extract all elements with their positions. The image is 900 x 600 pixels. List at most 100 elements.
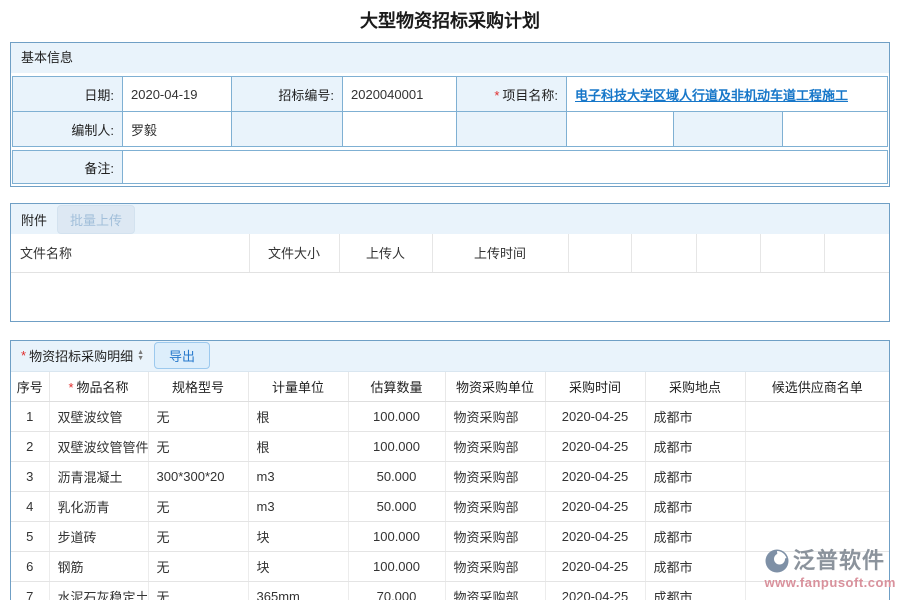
table-cell: 5 bbox=[11, 522, 49, 552]
table-cell: 100.000 bbox=[348, 552, 445, 582]
table-cell: 无 bbox=[148, 402, 248, 432]
date-value: 2020-04-19 bbox=[123, 77, 232, 112]
attachment-col-header: 文件名称 bbox=[11, 234, 249, 272]
creator-value: 罗毅 bbox=[123, 112, 232, 147]
remark-value bbox=[123, 151, 888, 184]
table-cell: 物资采购部 bbox=[445, 522, 545, 552]
table-cell bbox=[745, 522, 889, 552]
table-cell: 成都市 bbox=[645, 492, 745, 522]
table-cell: 物资采购部 bbox=[445, 492, 545, 522]
table-cell: 无 bbox=[148, 582, 248, 600]
table-cell: 2020-04-25 bbox=[545, 522, 645, 552]
table-row[interactable]: 4乳化沥青无m350.000物资采购部2020-04-25成都市 bbox=[11, 492, 889, 522]
table-cell: 水泥石灰稳定土 bbox=[49, 582, 148, 600]
table-row[interactable]: 3沥青混凝土300*300*20m350.000物资采购部2020-04-25成… bbox=[11, 462, 889, 492]
table-cell: 成都市 bbox=[645, 402, 745, 432]
attachment-col-header bbox=[824, 234, 889, 272]
table-cell: 70.000 bbox=[348, 582, 445, 600]
table-cell: 物资采购部 bbox=[445, 402, 545, 432]
empty-label-cell bbox=[457, 112, 567, 147]
table-cell bbox=[745, 492, 889, 522]
table-row[interactable]: 6钢筋无块100.000物资采购部2020-04-25成都市 bbox=[11, 552, 889, 582]
attachments-table: 文件名称文件大小上传人上传时间 bbox=[11, 234, 889, 273]
table-cell: 成都市 bbox=[645, 522, 745, 552]
export-button[interactable]: 导出 bbox=[154, 342, 210, 369]
attachment-col-header bbox=[760, 234, 824, 272]
details-table: 序号*物品名称规格型号计量单位估算数量物资采购单位采购时间采购地点候选供应商名单… bbox=[11, 372, 889, 600]
attachment-col-header bbox=[631, 234, 696, 272]
required-asterisk: * bbox=[68, 380, 73, 395]
table-cell: 根 bbox=[248, 432, 348, 462]
table-cell: 无 bbox=[148, 492, 248, 522]
table-cell: 物资采购部 bbox=[445, 552, 545, 582]
attachments-section: 附件 批量上传 文件名称文件大小上传人上传时间 bbox=[10, 203, 890, 322]
table-cell: 2020-04-25 bbox=[545, 432, 645, 462]
table-row[interactable]: 5步道砖无块100.000物资采购部2020-04-25成都市 bbox=[11, 522, 889, 552]
table-cell: 365mm bbox=[248, 582, 348, 600]
table-cell: 成都市 bbox=[645, 432, 745, 462]
table-cell: 2020-04-25 bbox=[545, 552, 645, 582]
table-cell: 50.000 bbox=[348, 462, 445, 492]
details-col-header: 规格型号 bbox=[148, 372, 248, 402]
table-cell: 成都市 bbox=[645, 552, 745, 582]
table-cell: 6 bbox=[11, 552, 49, 582]
table-row[interactable]: 1双壁波纹管无根100.000物资采购部2020-04-25成都市 bbox=[11, 402, 889, 432]
details-col-header: 计量单位 bbox=[248, 372, 348, 402]
table-cell: 100.000 bbox=[348, 432, 445, 462]
table-cell: 7 bbox=[11, 582, 49, 600]
table-cell: 无 bbox=[148, 552, 248, 582]
details-col-header: 采购地点 bbox=[645, 372, 745, 402]
table-cell: 50.000 bbox=[348, 492, 445, 522]
table-cell: 物资采购部 bbox=[445, 462, 545, 492]
table-cell bbox=[745, 432, 889, 462]
attachment-col-header: 上传人 bbox=[339, 234, 432, 272]
details-col-header: *物品名称 bbox=[49, 372, 148, 402]
remark-form: 备注: bbox=[12, 150, 888, 184]
table-row[interactable]: 2双壁波纹管管件无根100.000物资采购部2020-04-25成都市 bbox=[11, 432, 889, 462]
table-cell bbox=[745, 582, 889, 600]
project-name-label: *项目名称: bbox=[457, 77, 567, 112]
empty-value-cell bbox=[567, 112, 674, 147]
basic-info-section: 基本信息 日期: 2020-04-19 招标编号: 2020040001 *项目… bbox=[10, 42, 890, 187]
batch-upload-button[interactable]: 批量上传 bbox=[57, 205, 135, 234]
attachments-empty-area bbox=[11, 273, 889, 321]
table-cell: 成都市 bbox=[645, 462, 745, 492]
empty-value-cell bbox=[343, 112, 457, 147]
date-label: 日期: bbox=[13, 77, 123, 112]
table-cell: 2020-04-25 bbox=[545, 492, 645, 522]
empty-label-cell bbox=[232, 112, 343, 147]
table-cell: 2020-04-25 bbox=[545, 582, 645, 600]
sort-icon[interactable]: ▲▼ bbox=[137, 350, 144, 362]
table-cell bbox=[745, 402, 889, 432]
attachment-col-header bbox=[568, 234, 631, 272]
bid-no-label: 招标编号: bbox=[232, 77, 343, 112]
table-cell: 1 bbox=[11, 402, 49, 432]
table-cell: 根 bbox=[248, 402, 348, 432]
table-cell: 100.000 bbox=[348, 402, 445, 432]
details-section-title: 物资招标采购明细 bbox=[29, 346, 133, 365]
table-row[interactable]: 7水泥石灰稳定土无365mm70.000物资采购部2020-04-25成都市 bbox=[11, 582, 889, 600]
details-section: * 物资招标采购明细 ▲▼ 导出 序号*物品名称规格型号计量单位估算数量物资采购… bbox=[10, 340, 890, 600]
details-col-header: 候选供应商名单 bbox=[745, 372, 889, 402]
creator-label: 编制人: bbox=[13, 112, 123, 147]
table-cell: 无 bbox=[148, 432, 248, 462]
project-name-link[interactable]: 电子科技大学区域人行道及非机动车道工程施工 bbox=[575, 88, 848, 103]
table-cell: 2020-04-25 bbox=[545, 462, 645, 492]
table-cell: m3 bbox=[248, 462, 348, 492]
remark-label: 备注: bbox=[13, 151, 123, 184]
page-title: 大型物资招标采购计划 bbox=[0, 0, 900, 42]
empty-value-cell bbox=[783, 112, 888, 147]
table-cell bbox=[745, 462, 889, 492]
table-cell: 3 bbox=[11, 462, 49, 492]
table-cell: 沥青混凝土 bbox=[49, 462, 148, 492]
table-cell bbox=[745, 552, 889, 582]
table-cell: 双壁波纹管 bbox=[49, 402, 148, 432]
attachment-col-header: 文件大小 bbox=[249, 234, 339, 272]
table-cell: 物资采购部 bbox=[445, 432, 545, 462]
table-cell: 双壁波纹管管件 bbox=[49, 432, 148, 462]
table-cell: 乳化沥青 bbox=[49, 492, 148, 522]
attachments-section-title: 附件 bbox=[21, 210, 47, 229]
required-asterisk: * bbox=[21, 348, 26, 363]
table-cell: 300*300*20 bbox=[148, 462, 248, 492]
project-name-cell: 电子科技大学区域人行道及非机动车道工程施工 bbox=[567, 77, 888, 112]
